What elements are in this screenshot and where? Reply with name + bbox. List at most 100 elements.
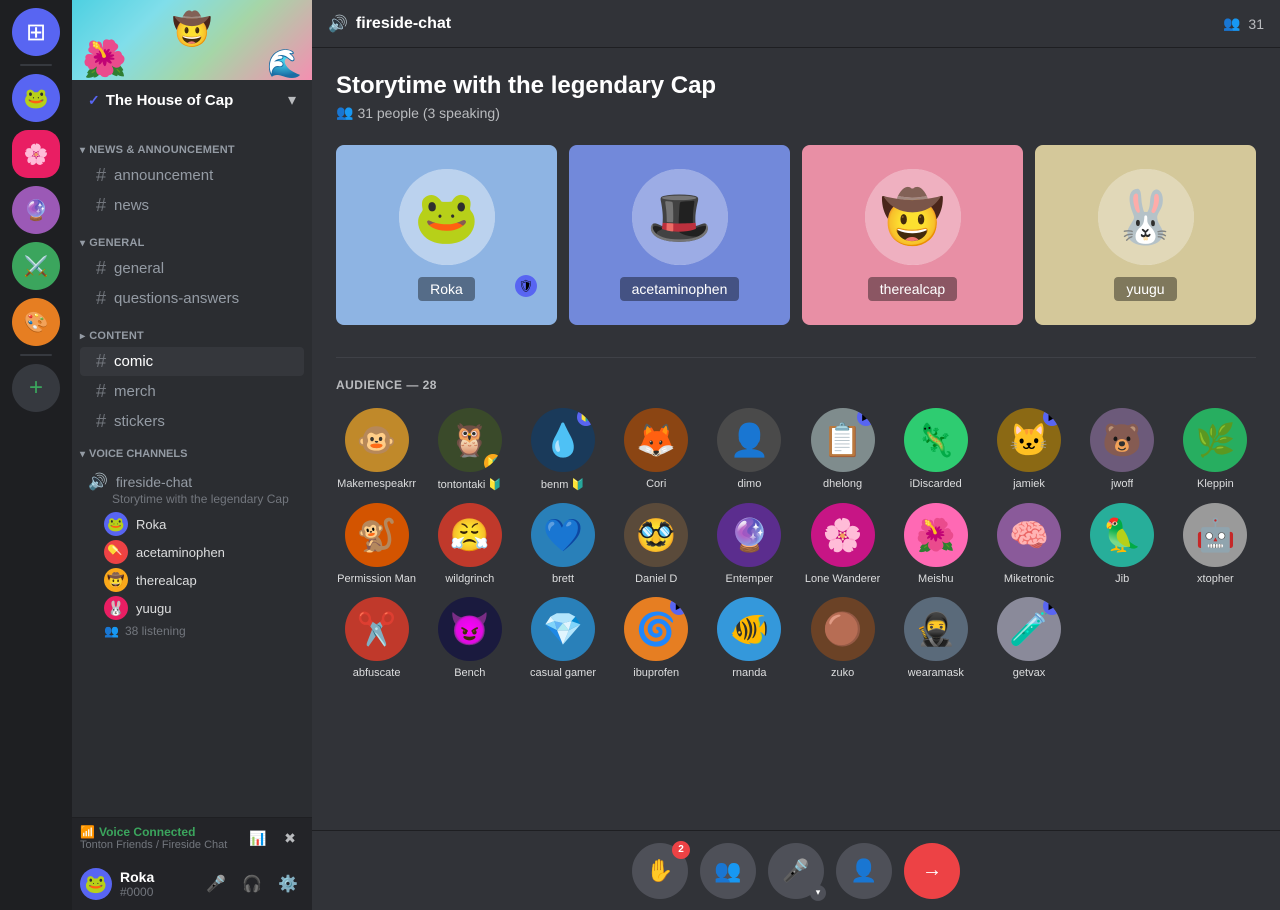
hash-icon: # bbox=[96, 288, 106, 309]
audience-avatar: 💧 🔰 bbox=[531, 408, 595, 472]
channel-general[interactable]: # general bbox=[80, 254, 304, 283]
add-server-button[interactable]: + bbox=[12, 364, 60, 412]
avatar: 🤠 bbox=[104, 568, 128, 592]
voice-user-yuugu[interactable]: 🐰 yuugu bbox=[72, 594, 312, 622]
audience-member-jamiek: 🐱 ▶ jamiek bbox=[988, 408, 1069, 491]
audience-avatar: ✂️ bbox=[345, 597, 409, 661]
audience-name: Meishu bbox=[918, 573, 953, 585]
server-banner: 🌺 🌊 🤠 bbox=[72, 0, 312, 80]
channel-stickers[interactable]: # stickers bbox=[80, 407, 304, 436]
server-divider-2 bbox=[20, 354, 52, 356]
main-content: 🔊 fireside-chat 👥 31 Storytime with the … bbox=[312, 0, 1280, 910]
audience-name: Bench bbox=[454, 667, 485, 679]
audience-name: rnanda bbox=[732, 667, 766, 679]
audience-button[interactable]: 👥 bbox=[700, 843, 756, 899]
voice-settings-button[interactable]: 📊 bbox=[244, 824, 272, 852]
channel-announcement[interactable]: # announcement bbox=[80, 161, 304, 190]
audience-member-casual-gamer: 💎 casual gamer bbox=[522, 597, 603, 679]
channel-merch[interactable]: # merch bbox=[80, 377, 304, 406]
mic-chevron-icon[interactable]: ▾ bbox=[810, 885, 826, 901]
audience-avatar: 🦜 bbox=[1090, 503, 1154, 567]
hand-icon: ✋ bbox=[646, 858, 673, 884]
server-icon-2[interactable]: 🌸 bbox=[12, 130, 60, 178]
server-icon-1[interactable]: 🐸 bbox=[12, 74, 60, 122]
stream-badge: ▶ bbox=[1043, 408, 1061, 426]
speaker-avatar-roka: 🐸 bbox=[399, 169, 495, 265]
disconnect-button[interactable]: ✖ bbox=[276, 824, 304, 852]
audience-avatar: 🐱 ▶ bbox=[997, 408, 1061, 472]
voice-status: 📶 Voice Connected Tonton Friends / Fires… bbox=[80, 825, 227, 851]
audience-name: wildgrinch bbox=[445, 573, 494, 585]
audience-avatar: 🌺 bbox=[904, 503, 968, 567]
audience-avatar: 🤖 bbox=[1183, 503, 1247, 567]
voice-user-roka[interactable]: 🐸 Roka bbox=[72, 510, 312, 538]
audience-member-wildgrinch: 😤 wildgrinch bbox=[429, 503, 510, 585]
voice-bar-buttons: 📊 ✖ bbox=[244, 824, 304, 852]
server-icon-3[interactable]: 🔮 bbox=[12, 186, 60, 234]
audience-member-jwoff: 🐻 jwoff bbox=[1082, 408, 1163, 491]
audience-name: Kleppin bbox=[1197, 478, 1234, 490]
hash-icon: # bbox=[96, 195, 106, 216]
server-divider bbox=[20, 64, 52, 66]
voice-server-name: Tonton Friends / Fireside Chat bbox=[80, 839, 227, 851]
hash-icon: # bbox=[96, 381, 106, 402]
channel-news[interactable]: # news bbox=[80, 191, 304, 220]
audience-member-cori: 🦊 Cori bbox=[616, 408, 697, 491]
category-voice-channels[interactable]: ▾ VOICE CHANNELS bbox=[72, 444, 312, 464]
mic-icon: 🎤 bbox=[782, 858, 809, 884]
avatar: 🐰 bbox=[104, 596, 128, 620]
category-general[interactable]: ▾ GENERAL bbox=[72, 221, 312, 253]
audience-avatar: 🥸 bbox=[624, 503, 688, 567]
user-settings-button[interactable]: ⚙️ bbox=[272, 868, 304, 900]
audience-member-dhelong: 📋 ▶ dhelong bbox=[802, 408, 883, 491]
voice-bar-controls: 📶 Voice Connected Tonton Friends / Fires… bbox=[80, 824, 304, 852]
server-icon-4[interactable]: ⚔️ bbox=[12, 242, 60, 290]
audience-name: Daniel D bbox=[635, 573, 677, 585]
stage-controls: ✋ 2 👥 🎤 ▾ 👤 → bbox=[312, 830, 1280, 910]
speaker-name-therealcap: therealcap bbox=[868, 277, 957, 301]
voice-user-acetaminophen[interactable]: 💊 acetaminophen bbox=[72, 538, 312, 566]
audience-member-getvax: 🧪 ▶ getvax bbox=[988, 597, 1069, 679]
channel-comic[interactable]: # comic bbox=[80, 347, 304, 376]
audience-member-benm: 💧 🔰 benm 🔰 bbox=[522, 408, 603, 491]
audience-avatar: 👤 bbox=[717, 408, 781, 472]
people-icon: 👥 bbox=[336, 104, 353, 121]
category-content[interactable]: ▸ CONTENT bbox=[72, 314, 312, 346]
audience-name: zuko bbox=[831, 667, 854, 679]
voice-channel-fireside[interactable]: 🔊 fireside-chat Storytime with the legen… bbox=[72, 468, 312, 510]
audience-member-lone-wanderer: 🌸 Lone Wanderer bbox=[802, 503, 883, 585]
audience-name: jwoff bbox=[1111, 478, 1133, 490]
channel-questions-answers[interactable]: # questions-answers bbox=[80, 284, 304, 313]
category-news-announcement[interactable]: ▾ NEWS & ANNOUNCEMENT bbox=[72, 128, 312, 160]
deafen-button[interactable]: 🎧 bbox=[236, 868, 268, 900]
mod-badge: 🔰 bbox=[484, 454, 502, 472]
server-name: ✓ The House of Cap bbox=[88, 92, 233, 109]
stream-badge: ▶ bbox=[857, 408, 875, 426]
sidebar: 🌺 🌊 🤠 ✓ The House of Cap ▾ ▾ NEWS & ANNO… bbox=[72, 0, 312, 910]
mute-button[interactable]: 🎤 bbox=[200, 868, 232, 900]
hand-badge: 2 bbox=[672, 841, 690, 859]
speaker-name-acetaminophen: acetaminophen bbox=[620, 277, 740, 301]
leave-stage-button[interactable]: → bbox=[904, 843, 960, 899]
audience-member-ibuprofen: 🌀 ▶ ibuprofen bbox=[616, 597, 697, 679]
audience-avatar: 🦊 bbox=[624, 408, 688, 472]
audience-avatar: 🔮 bbox=[717, 503, 781, 567]
server-header-info[interactable]: ✓ The House of Cap ▾ bbox=[72, 80, 312, 120]
user-name: Roka bbox=[120, 869, 192, 885]
audience-member-bench: 😈 Bench bbox=[429, 597, 510, 679]
audience-avatar: 🦎 bbox=[904, 408, 968, 472]
discord-home-icon[interactable]: ⊞ bbox=[12, 8, 60, 56]
server-icon-5[interactable]: 🎨 bbox=[12, 298, 60, 346]
server-header: 🌺 🌊 🤠 ✓ The House of Cap ▾ bbox=[72, 0, 312, 120]
voice-user-therealcap[interactable]: 🤠 therealcap bbox=[72, 566, 312, 594]
speaker-icon: 🔊 bbox=[88, 472, 108, 492]
speaker-card-roka: 🐸 Roka 🛡 bbox=[336, 145, 557, 325]
audience-avatar: 🥷 bbox=[904, 597, 968, 661]
raise-hand-button[interactable]: ✋ 2 bbox=[632, 843, 688, 899]
speaker-avatar-yuugu: 🐰 bbox=[1098, 169, 1194, 265]
audience-member-tontontaki: 🦉 🔰 tontontaki 🔰 bbox=[429, 408, 510, 491]
voice-channel-name: 🔊 fireside-chat bbox=[88, 472, 304, 492]
invite-speaker-button[interactable]: 👤 bbox=[836, 843, 892, 899]
audience-avatar: 😤 bbox=[438, 503, 502, 567]
people-icon: 👥 bbox=[104, 624, 119, 638]
